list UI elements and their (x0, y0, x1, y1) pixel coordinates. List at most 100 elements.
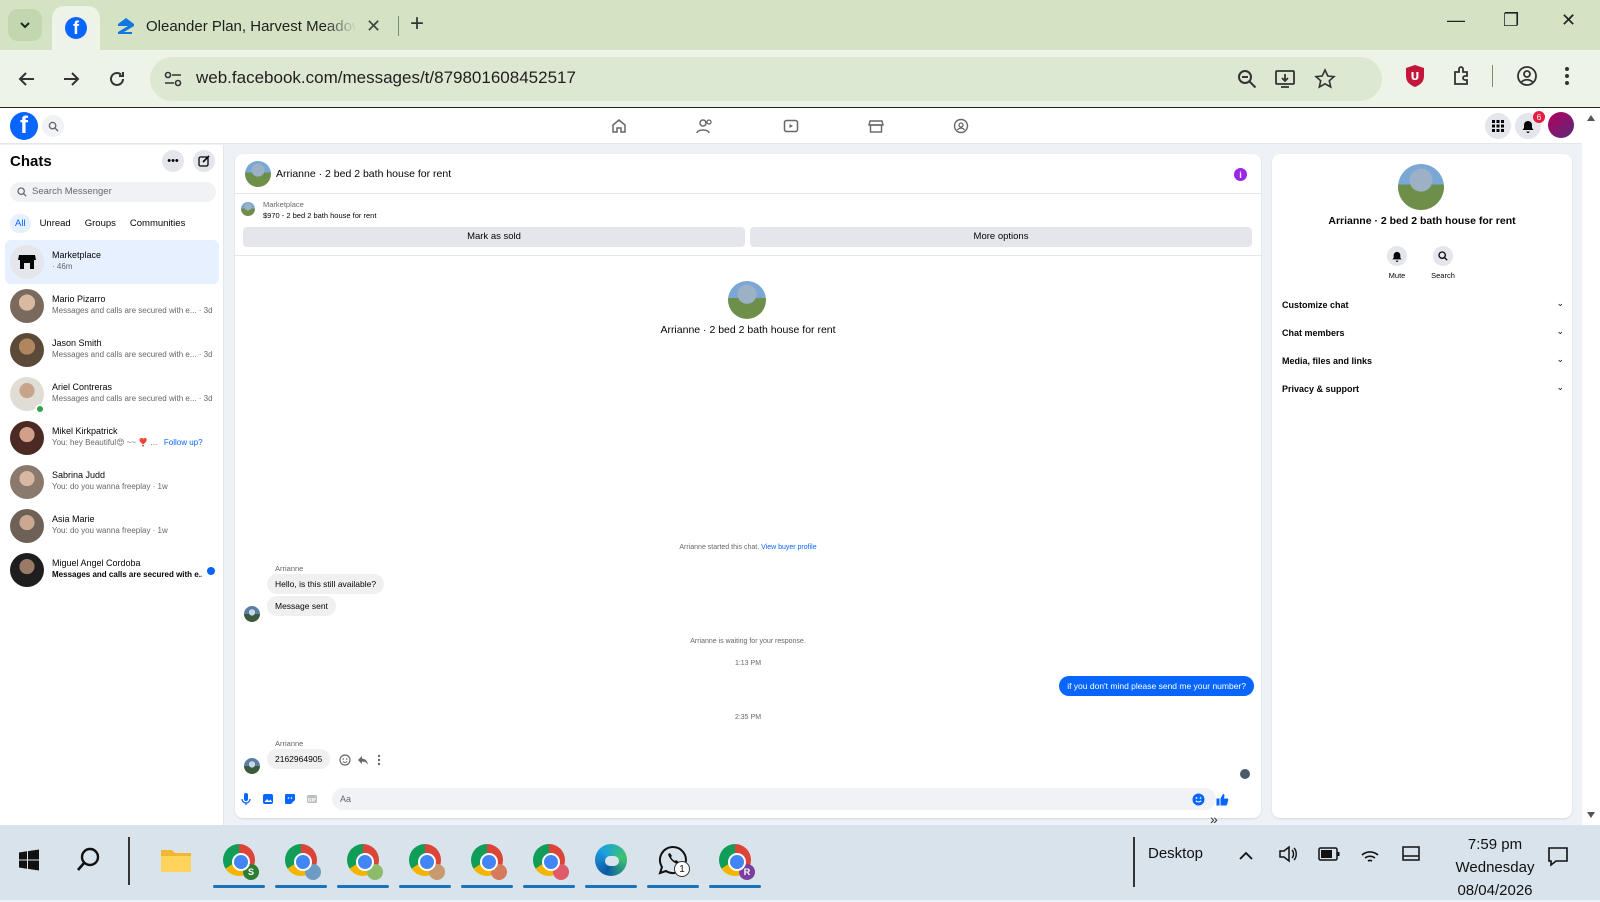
nav-home[interactable] (609, 117, 629, 135)
taskbar-search-button[interactable] (66, 837, 112, 883)
whatsapp-button[interactable]: 1 (650, 837, 696, 883)
search-messenger-input[interactable]: Search Messenger (10, 182, 216, 202)
gif-button[interactable]: GIF (305, 792, 319, 806)
tab-close-icon[interactable]: ✕ (366, 16, 381, 37)
new-message-button[interactable] (193, 150, 215, 172)
chrome-profile-3-button[interactable] (340, 837, 386, 883)
search-action[interactable]: Search (1421, 246, 1465, 280)
system-clock[interactable]: 7:59 pm Wednesday 08/04/2026 (1430, 833, 1560, 902)
back-button[interactable] (14, 66, 40, 92)
message-input[interactable]: Aa (332, 788, 1216, 810)
chrome-profile-6-button[interactable] (526, 837, 572, 883)
tab-oleander[interactable]: Oleander Plan, Harvest Meadows ✕ (108, 8, 388, 44)
conversation-title[interactable]: Arrianne · 2 bed 2 bath house for rent (276, 168, 451, 180)
conversation-avatar[interactable] (245, 161, 271, 187)
battery-icon[interactable] (1318, 847, 1340, 861)
minimize-button[interactable]: — (1447, 10, 1465, 31)
chat-item-mikel-kirkpatrick[interactable]: Mikel Kirkpatrick You: hey Beautiful😍 ~~… (5, 416, 219, 460)
mute-action[interactable]: Mute (1375, 246, 1419, 280)
zoom-icon[interactable] (1236, 68, 1258, 90)
forward-button[interactable] (58, 66, 84, 92)
chrome-profile-2-button[interactable] (278, 837, 324, 883)
volume-icon[interactable] (1278, 845, 1298, 863)
reload-button[interactable] (104, 66, 130, 92)
message-bubble[interactable]: Hello, is this still available? (267, 574, 385, 594)
file-explorer-button[interactable] (153, 837, 199, 883)
start-button[interactable] (6, 837, 52, 883)
section-privacy-support[interactable]: Privacy & support ⌄ (1282, 382, 1564, 394)
facebook-search-button[interactable] (42, 115, 64, 137)
show-more-icon[interactable]: » (1210, 811, 1218, 827)
nav-marketplace[interactable] (866, 117, 886, 135)
profile-icon[interactable] (1516, 65, 1538, 87)
send-like-button[interactable] (1215, 792, 1229, 806)
menu-kebab-icon[interactable] (1563, 65, 1571, 87)
extensions-icon[interactable] (1451, 65, 1473, 87)
more-vertical-icon[interactable] (377, 754, 381, 766)
message-bubble[interactable]: 2162964905 (267, 749, 331, 769)
section-chat-members[interactable]: Chat members ⌄ (1282, 326, 1564, 338)
search-conversation-button[interactable] (1433, 246, 1453, 266)
attach-photo-button[interactable] (261, 792, 275, 806)
menu-button[interactable] (1485, 113, 1511, 139)
sender-avatar[interactable] (244, 606, 260, 622)
close-window-button[interactable]: ✕ (1561, 10, 1576, 31)
chat-item-mario-pizarro[interactable]: Mario Pizarro Messages and calls are sec… (5, 284, 219, 328)
page-scrollbar[interactable] (1582, 108, 1600, 825)
new-tab-button[interactable]: + (410, 10, 424, 38)
chat-item-jason-smith[interactable]: Jason Smith Messages and calls are secur… (5, 328, 219, 372)
nav-groups[interactable] (951, 117, 971, 135)
chrome-profile-1-button[interactable]: S (216, 837, 262, 883)
site-settings-icon[interactable] (162, 68, 184, 90)
chat-item-asia-marie[interactable]: Asia Marie You: do you wanna freeplay · … (5, 504, 219, 548)
chat-item-miguel-angel-cordoba[interactable]: Miguel Angel Cordoba Messages and calls … (5, 548, 219, 592)
filter-unread[interactable]: Unread (35, 214, 76, 233)
filter-all[interactable]: All (10, 214, 31, 233)
follow-up-link[interactable]: Follow up? (164, 438, 203, 447)
install-app-icon[interactable] (1274, 68, 1296, 90)
facebook-logo-icon[interactable]: f (10, 112, 38, 140)
chats-options-button[interactable]: ••• (162, 150, 184, 172)
edge-button[interactable] (588, 837, 634, 883)
scroll-up-icon[interactable] (1586, 114, 1596, 122)
sender-avatar[interactable] (244, 758, 260, 774)
tablet-mode-icon[interactable] (1401, 845, 1421, 863)
view-buyer-profile-link[interactable]: View buyer profile (761, 544, 817, 551)
chat-item-sabrina-judd[interactable]: Sabrina Judd You: do you wanna freeplay … (5, 460, 219, 504)
tab-facebook[interactable]: f (52, 6, 100, 50)
account-avatar[interactable] (1548, 112, 1574, 138)
chat-item-marketplace[interactable]: Marketplace · 46m (5, 240, 219, 284)
ublock-shield-icon[interactable]: U (1404, 64, 1426, 88)
chrome-profile-4-button[interactable] (402, 837, 448, 883)
voice-clip-button[interactable] (239, 792, 253, 806)
nav-friends[interactable] (695, 117, 715, 135)
tab-search-dropdown[interactable] (8, 9, 42, 41)
mark-as-sold-button[interactable]: Mark as sold (243, 227, 745, 247)
chrome-profile-5-button[interactable] (464, 837, 510, 883)
desktop-toolbar-label[interactable]: Desktop (1148, 845, 1203, 862)
reply-icon[interactable] (357, 754, 369, 766)
info-icon[interactable]: i (1234, 168, 1247, 181)
filter-communities[interactable]: Communities (125, 214, 190, 233)
chrome-profile-r-button[interactable]: R (712, 837, 758, 883)
mute-button[interactable] (1387, 246, 1407, 266)
wifi-icon[interactable] (1360, 845, 1380, 863)
my-message-bubble[interactable]: if you don't mind please send me your nu… (1059, 676, 1254, 696)
scroll-down-icon[interactable] (1586, 811, 1596, 819)
address-bar[interactable]: web.facebook.com/messages/t/879801608452… (150, 57, 1382, 101)
emoji-button[interactable] (1191, 792, 1205, 806)
sticker-button[interactable] (283, 792, 297, 806)
bookmark-star-icon[interactable] (1314, 68, 1336, 90)
nav-video[interactable] (781, 117, 801, 135)
section-customize-chat[interactable]: Customize chat ⌄ (1282, 298, 1564, 310)
filter-groups[interactable]: Groups (80, 214, 121, 233)
chat-item-ariel-contreras[interactable]: Ariel Contreras Messages and calls are s… (5, 372, 219, 416)
more-options-button[interactable]: More options (750, 227, 1252, 247)
react-emoji-icon[interactable] (339, 754, 351, 766)
chevron-up-icon[interactable] (1238, 851, 1254, 861)
message-bubble[interactable]: Message sent (267, 596, 336, 616)
notification-center-icon[interactable] (1547, 845, 1569, 867)
url-text[interactable]: web.facebook.com/messages/t/879801608452… (196, 68, 576, 88)
section-media-files-links[interactable]: Media, files and links ⌄ (1282, 354, 1564, 366)
restore-button[interactable]: ❐ (1503, 10, 1519, 31)
